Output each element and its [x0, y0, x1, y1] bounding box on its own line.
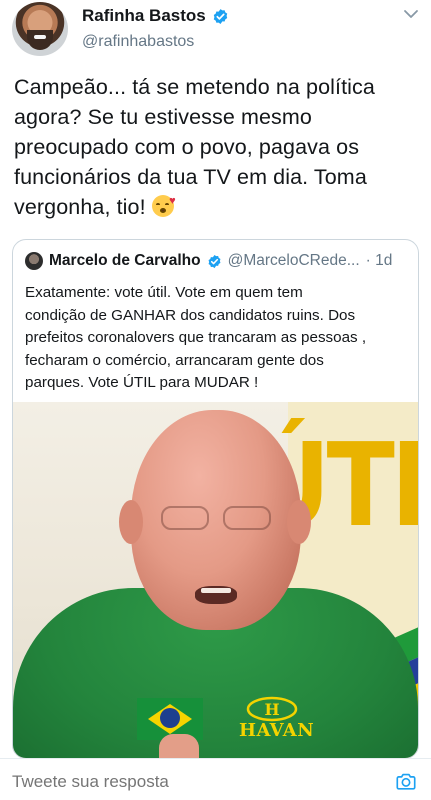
quoted-tweet-card[interactable]: Marcelo de Carvalho @MarceloCRede... · 1… [12, 239, 419, 759]
verified-badge-icon [213, 8, 227, 24]
havan-logo-text: HAVAN [239, 720, 315, 741]
face-blowing-kiss-icon: ♥ [151, 195, 176, 217]
author-handle[interactable]: @rafinhabastos [82, 33, 194, 51]
quoted-author-handle: @MarceloCRede... [227, 252, 360, 269]
author-display-name[interactable]: Rafinha Bastos [82, 6, 206, 26]
havan-logo-icon: H [246, 696, 298, 722]
quoted-author-name: Marcelo de Carvalho [49, 252, 201, 269]
author-name-row: Rafinha Bastos [82, 6, 229, 26]
quoted-tweet-video[interactable]: ÚTI H HAVAN [13, 402, 418, 758]
verified-badge-icon [208, 254, 221, 268]
quoted-tweet-header: Marcelo de Carvalho @MarceloCRede... · 1… [25, 252, 409, 270]
speaker-hand [159, 734, 199, 758]
camera-icon[interactable] [395, 770, 417, 792]
quoted-tweet-body: Exatamente: vote útil. Vote em quem tem … [25, 284, 367, 391]
author-avatar[interactable] [12, 2, 68, 56]
chevron-down-icon[interactable] [403, 8, 419, 20]
speaker-head [119, 410, 311, 630]
reply-divider [0, 758, 431, 759]
quoted-tweet-time: · 1d [365, 252, 393, 269]
tweet-header: Rafinha Bastos @rafinhabastos [0, 0, 431, 64]
quoted-author-avatar [25, 252, 43, 270]
svg-text:H: H [264, 700, 279, 719]
tweet-body: Campeão... tá se metendo na política ago… [14, 75, 375, 219]
reply-input[interactable] [12, 771, 352, 793]
